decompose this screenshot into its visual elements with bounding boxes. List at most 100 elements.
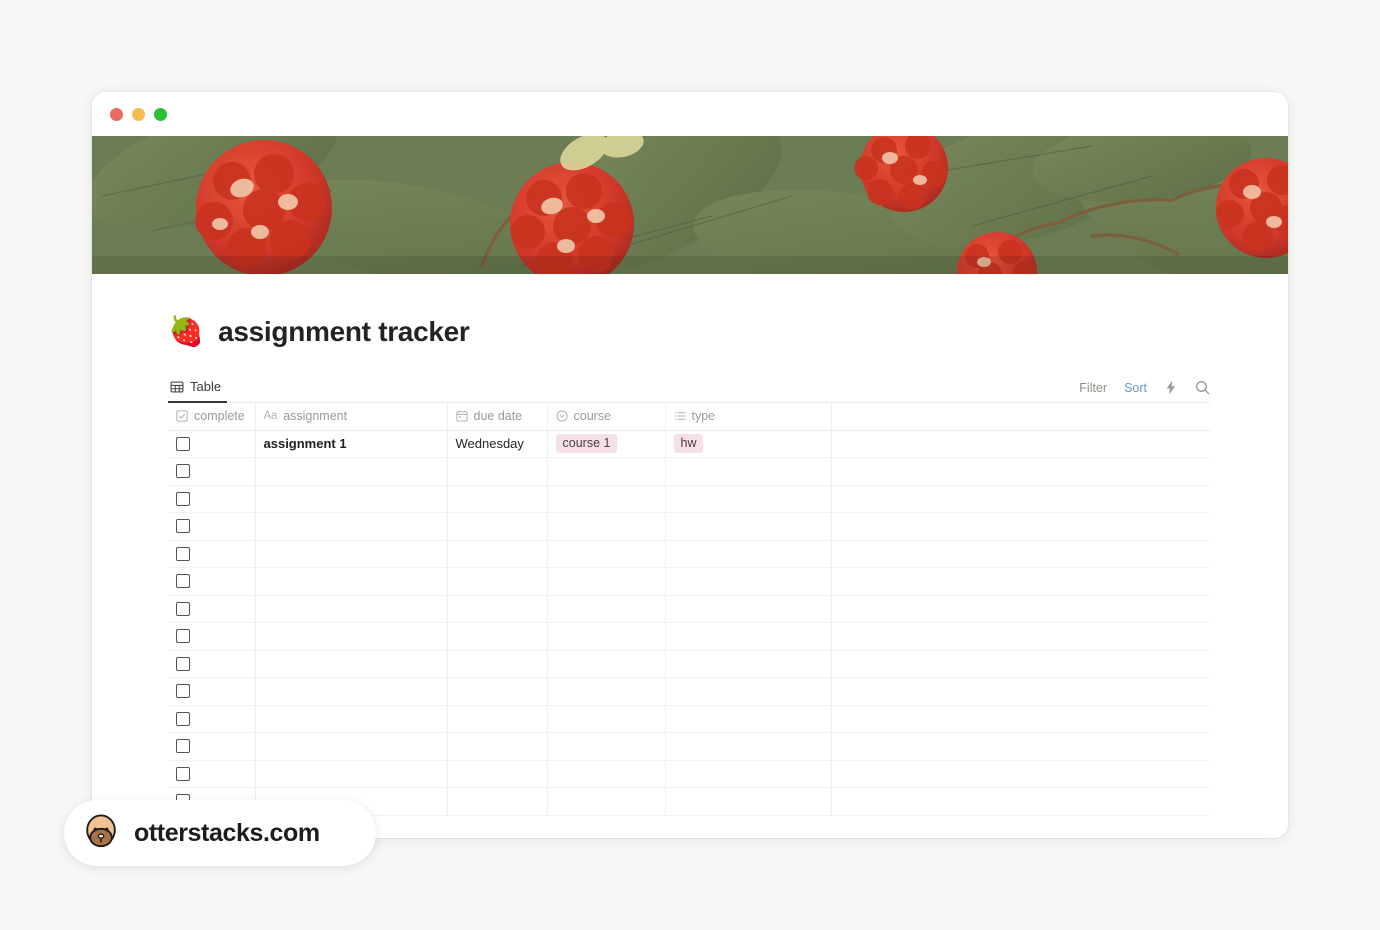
filter-button[interactable]: Filter: [1079, 381, 1107, 395]
cell-assignment[interactable]: assignment 1: [255, 430, 448, 458]
cell-due-date[interactable]: [447, 760, 548, 788]
cell-type[interactable]: [665, 650, 832, 678]
table-row[interactable]: [168, 705, 1210, 733]
cell-assignment[interactable]: [255, 677, 448, 706]
database-table: complete Aa assignment due date course t…: [168, 403, 1210, 816]
cell-assignment[interactable]: [255, 595, 448, 623]
cell-course[interactable]: [547, 650, 666, 678]
cell-course[interactable]: [547, 760, 666, 788]
checkbox-cell-toggle[interactable]: [176, 684, 190, 699]
cell-due-date[interactable]: [447, 650, 548, 678]
cell-due-date[interactable]: [447, 485, 548, 513]
table-row[interactable]: [168, 732, 1210, 761]
column-header-due-date[interactable]: due date: [447, 403, 548, 431]
column-header-course[interactable]: course: [547, 403, 666, 431]
cell-course[interactable]: [547, 595, 666, 623]
cell-type[interactable]: [665, 622, 832, 651]
cell-type[interactable]: [665, 787, 832, 816]
cell-due-date[interactable]: [447, 512, 548, 541]
checkbox-cell-toggle[interactable]: [176, 711, 190, 726]
cell-due-date[interactable]: [447, 622, 548, 651]
window-close-button[interactable]: [110, 107, 123, 121]
cell-type[interactable]: [665, 457, 832, 486]
column-header-complete[interactable]: complete: [168, 403, 256, 431]
cell-course[interactable]: [547, 512, 666, 541]
table-row[interactable]: [168, 760, 1210, 788]
cell-due-date[interactable]: [447, 705, 548, 733]
checkbox-cell-toggle[interactable]: [176, 464, 190, 479]
page-icon-strawberry[interactable]: 🍓: [168, 317, 204, 347]
table-row[interactable]: [168, 457, 1210, 486]
checkbox-cell-toggle[interactable]: [176, 629, 190, 644]
table-row[interactable]: [168, 622, 1210, 651]
checkbox-cell-toggle[interactable]: [176, 519, 190, 534]
cell-due-date[interactable]: [447, 787, 548, 816]
checkbox-cell-toggle[interactable]: [176, 546, 190, 561]
cell-due-date[interactable]: [447, 595, 548, 623]
table-row[interactable]: [168, 540, 1210, 568]
cell-due-date[interactable]: [447, 732, 548, 761]
cell-type[interactable]: [665, 540, 832, 568]
cell-due-date[interactable]: [447, 567, 548, 596]
cell-type[interactable]: [665, 485, 832, 513]
cell-due-date[interactable]: [447, 457, 548, 486]
window-zoom-button[interactable]: [154, 107, 167, 121]
lightning-icon[interactable]: [1164, 380, 1178, 395]
checkbox-cell-toggle[interactable]: [176, 601, 190, 616]
cell-assignment[interactable]: [255, 485, 448, 513]
cell-course[interactable]: course 1: [547, 430, 666, 458]
cell-type[interactable]: [665, 732, 832, 761]
table-row[interactable]: [168, 567, 1210, 596]
cell-assignment[interactable]: [255, 457, 448, 486]
tab-table-label: Table: [190, 379, 222, 394]
window-minimize-button[interactable]: [132, 107, 145, 121]
checkbox-cell-toggle[interactable]: [176, 491, 190, 506]
cell-course[interactable]: [547, 457, 666, 486]
table-row[interactable]: [168, 595, 1210, 623]
column-header-type[interactable]: type: [665, 403, 832, 431]
table-row[interactable]: [168, 650, 1210, 678]
cell-course[interactable]: [547, 677, 666, 706]
cell-type[interactable]: [665, 677, 832, 706]
cell-course[interactable]: [547, 622, 666, 651]
table-row[interactable]: [168, 677, 1210, 706]
table-row[interactable]: assignment 1 Wednesday course 1 hw: [168, 430, 1210, 458]
cell-type[interactable]: [665, 595, 832, 623]
cell-course[interactable]: [547, 732, 666, 761]
cell-assignment[interactable]: [255, 567, 448, 596]
table-row[interactable]: [168, 485, 1210, 513]
search-icon[interactable]: [1195, 380, 1210, 395]
cell-course[interactable]: [547, 705, 666, 733]
cell-assignment[interactable]: [255, 760, 448, 788]
cell-course[interactable]: [547, 540, 666, 568]
cell-due-date[interactable]: [447, 540, 548, 568]
checkbox-cell-toggle[interactable]: [176, 656, 190, 671]
cell-due-date[interactable]: [447, 677, 548, 706]
sort-button[interactable]: Sort: [1124, 381, 1147, 395]
cell-type[interactable]: hw: [665, 430, 832, 458]
page-title[interactable]: assignment tracker: [218, 316, 470, 348]
cell-course[interactable]: [547, 485, 666, 513]
column-header-assignment[interactable]: Aa assignment: [255, 403, 448, 431]
table-row[interactable]: [168, 512, 1210, 541]
tab-table[interactable]: Table: [168, 379, 228, 403]
cell-type[interactable]: [665, 705, 832, 733]
cell-assignment[interactable]: [255, 512, 448, 541]
checkbox-cell-toggle[interactable]: [176, 436, 190, 451]
cell-blank: [831, 430, 1210, 458]
checkbox-cell-toggle[interactable]: [176, 766, 190, 781]
cell-course[interactable]: [547, 567, 666, 596]
cell-type[interactable]: [665, 567, 832, 596]
cell-due-date[interactable]: Wednesday: [447, 430, 548, 458]
cell-assignment[interactable]: [255, 540, 448, 568]
column-header-add[interactable]: [831, 403, 1210, 431]
cell-assignment[interactable]: [255, 732, 448, 761]
cell-course[interactable]: [547, 787, 666, 816]
checkbox-cell-toggle[interactable]: [176, 739, 190, 754]
checkbox-cell-toggle[interactable]: [176, 574, 190, 589]
cell-assignment[interactable]: [255, 622, 448, 651]
cell-type[interactable]: [665, 512, 832, 541]
cell-assignment[interactable]: [255, 650, 448, 678]
cell-type[interactable]: [665, 760, 832, 788]
cell-assignment[interactable]: [255, 705, 448, 733]
